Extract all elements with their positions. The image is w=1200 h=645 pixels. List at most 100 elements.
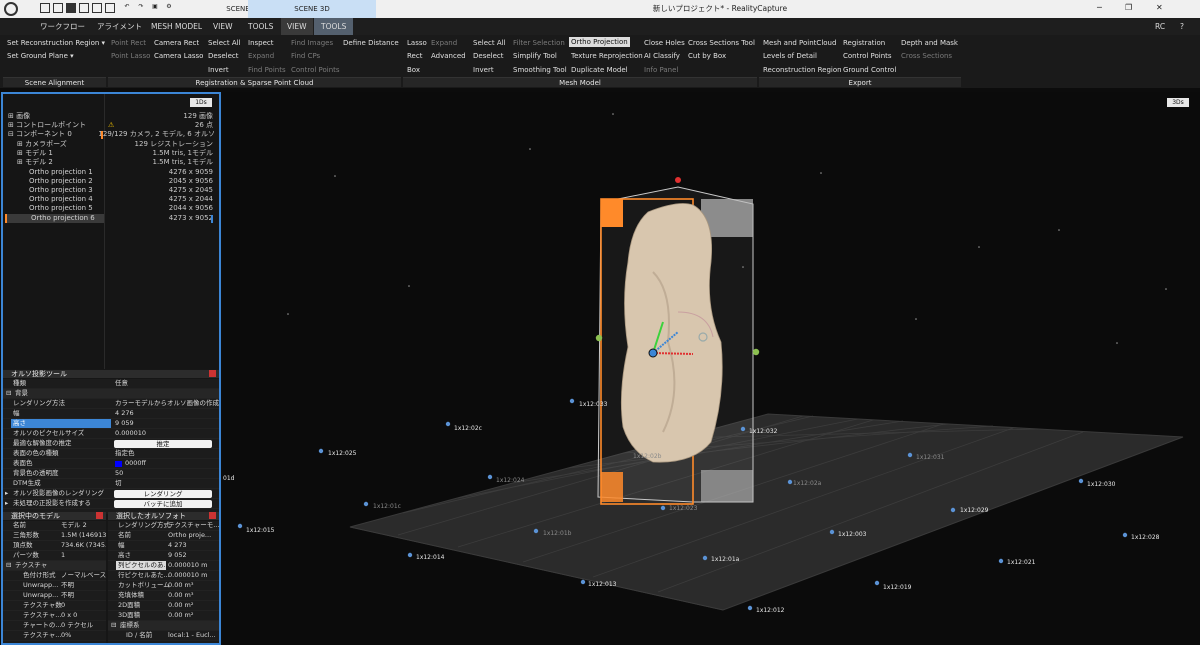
rect-button[interactable]: Rect (407, 51, 422, 61)
ortho-row-type[interactable]: 種類 任意 (3, 379, 219, 389)
lasso-button[interactable]: Lasso (407, 38, 427, 48)
menu-tools-3d[interactable]: TOOLS (314, 18, 354, 35)
cross-sections-tool-button[interactable]: Cross Sections Tool (688, 38, 755, 48)
ai-classify-button[interactable]: AI Classify (644, 51, 680, 61)
maximize-button[interactable]: ❐ (1125, 3, 1132, 12)
layout-1-icon[interactable] (40, 3, 50, 13)
ortho-row-bg-alpha[interactable]: 背景色の透明度 50 (3, 469, 219, 479)
point-rect-button[interactable]: Point Rect (111, 38, 146, 48)
box-handle-top[interactable] (675, 177, 681, 183)
mesh-deselect-button[interactable]: Deselect (473, 51, 504, 61)
group-scene-alignment: Scene Alignment (3, 77, 106, 87)
find-cps-button[interactable]: Find CPs (291, 51, 320, 61)
ortho-projection-button[interactable]: Ortho Projection (569, 37, 630, 47)
cut-by-box-button[interactable]: Cut by Box (688, 51, 726, 61)
tree-item-ortho-4[interactable]: Ortho projection 4 (29, 195, 93, 204)
menu-alignment[interactable]: アライメント (97, 18, 142, 35)
ortho-row-height[interactable]: 高さ 9 059 (3, 419, 219, 429)
close-button[interactable]: ✕ (1156, 3, 1163, 12)
smoothing-tool-button[interactable]: Smoothing Tool (513, 65, 567, 75)
menu-tools[interactable]: TOOLS (248, 18, 273, 35)
control-points-button[interactable]: Control Points (291, 65, 340, 75)
layout-3-icon[interactable] (66, 3, 76, 13)
menu-workflow[interactable]: ワークフロー (40, 18, 85, 35)
camera-rect-button[interactable]: Camera Rect (154, 38, 199, 48)
help-icon[interactable]: ? (1180, 18, 1184, 35)
tree-item-images[interactable]: ⊞ 画像 (8, 112, 30, 121)
layout-4-icon[interactable] (79, 3, 89, 13)
tree-item-model-1[interactable]: ⊞ モデル 1 (17, 149, 53, 158)
ortho-row-dtm[interactable]: DTM生成切 (3, 479, 219, 489)
selected-ortho-close-icon[interactable] (209, 512, 216, 519)
export-depth-mask-button[interactable]: Depth and Mask (901, 38, 958, 48)
simplify-tool-button[interactable]: Simplify Tool (513, 51, 557, 61)
find-points-button[interactable]: Find Points (248, 65, 286, 75)
tree-item-control-points[interactable]: ⊞ コントロールポイント (8, 121, 86, 130)
save-icon[interactable]: ▣ (150, 3, 160, 13)
menu-view-3d[interactable]: VIEW (281, 18, 313, 35)
mesh-invert-button[interactable]: Invert (473, 65, 494, 75)
export-registration-button[interactable]: Registration (843, 38, 885, 48)
ortho-row-surface-color[interactable]: 表面色 0000ff (3, 459, 219, 469)
deselect-button[interactable]: Deselect (208, 51, 239, 61)
ortho-row-render-method[interactable]: レンダリング方法 カラーモデルからオルソ画像の作成 (3, 399, 219, 409)
svg-text:1x12:021: 1x12:021 (1007, 559, 1036, 566)
define-distance-button[interactable]: Define Distance (343, 38, 399, 48)
tree-item-ortho-5[interactable]: Ortho projection 5 (29, 204, 93, 213)
redo-icon[interactable]: ↷ (136, 3, 146, 13)
camera-lasso-button[interactable]: Camera Lasso (154, 51, 203, 61)
export-reconstruction-region-button[interactable]: Reconstruction Region (763, 65, 842, 75)
filter-selection-button[interactable]: Filter Selection (513, 38, 565, 48)
undo-icon[interactable]: ↶ (122, 3, 132, 13)
minimize-button[interactable]: ─ (1097, 3, 1102, 12)
mesh-select-all-button[interactable]: Select All (473, 38, 506, 48)
close-holes-button[interactable]: Close Holes (644, 38, 685, 48)
box-handle-right[interactable] (752, 348, 760, 356)
duplicate-model-button[interactable]: Duplicate Model (571, 65, 628, 75)
select-all-button[interactable]: Select All (208, 38, 241, 48)
ortho-tool-close-icon[interactable] (209, 370, 216, 377)
tree-item-ortho-2[interactable]: Ortho projection 2 (29, 177, 93, 186)
box-handle-left[interactable] (595, 334, 603, 342)
estimate-button[interactable]: 推定 (114, 440, 212, 448)
tree-item-camera-poses[interactable]: ⊞ カメラポーズ (17, 140, 67, 149)
mesh-expand-button[interactable]: Expand (431, 38, 457, 48)
advanced-button[interactable]: Advanced (431, 51, 466, 61)
box-button[interactable]: Box (407, 65, 420, 75)
expand-button[interactable]: Expand (248, 51, 274, 61)
set-reconstruction-region-button[interactable]: Set Reconstruction Region ▾ (7, 38, 105, 48)
layout-2-icon[interactable] (53, 3, 63, 13)
tree-1ds-button[interactable]: 1Ds (190, 98, 212, 107)
tree-item-ortho-3[interactable]: Ortho projection 3 (29, 186, 93, 195)
export-mesh-pointcloud-button[interactable]: Mesh and PointCloud (763, 38, 836, 48)
tab-scene-3d[interactable]: SCENE 3D (248, 0, 376, 18)
find-images-button[interactable]: Find Images (291, 38, 333, 48)
tree-item-model-2[interactable]: ⊞ モデル 2 (17, 158, 53, 167)
menu-view[interactable]: VIEW (213, 18, 233, 35)
ortho-row-surface-color-type[interactable]: 表面の色の種類 指定色 (3, 449, 219, 459)
export-ground-control-button[interactable]: Ground Control (843, 65, 896, 75)
set-ground-plane-button[interactable]: Set Ground Plane ▾ (7, 51, 74, 61)
texture-reprojection-button[interactable]: Texture Reprojection (571, 51, 643, 61)
inspect-button[interactable]: Inspect (248, 38, 274, 48)
export-levels-of-detail-button[interactable]: Levels of Detail (763, 51, 817, 61)
viewport-3d[interactable]: 3Ds 1x12:033 1x12:02c 1x12:032 1x12:025 … (223, 92, 1200, 645)
info-panel-button[interactable]: Info Panel (644, 65, 678, 75)
point-lasso-button[interactable]: Point Lasso (111, 51, 150, 61)
settings-icon[interactable]: ⚙ (164, 3, 174, 13)
render-button[interactable]: レンダリング (114, 490, 212, 498)
export-cross-sections-button[interactable]: Cross Sections (901, 51, 952, 61)
menu-mesh-model[interactable]: MESH MODEL (151, 18, 202, 35)
ortho-row-pixel-size[interactable]: オルソのピクセルサイズ 0.000010 (3, 429, 219, 439)
layout-6-icon[interactable] (105, 3, 115, 13)
add-to-batch-button[interactable]: バッチに追加 (114, 500, 212, 508)
tree-item-ortho-1[interactable]: Ortho projection 1 (29, 168, 93, 177)
ortho-row-width[interactable]: 幅4 276 (3, 409, 219, 419)
tree-item-ortho-6[interactable]: Ortho projection 6 (5, 214, 104, 224)
stone-model[interactable] (620, 203, 723, 463)
tree-item-component-0[interactable]: ⊟ コンポーネント 0 (8, 130, 72, 139)
invert-button[interactable]: Invert (208, 65, 229, 75)
selected-model-close-icon[interactable] (96, 512, 103, 519)
export-control-points-button[interactable]: Control Points (843, 51, 892, 61)
layout-5-icon[interactable] (92, 3, 102, 13)
